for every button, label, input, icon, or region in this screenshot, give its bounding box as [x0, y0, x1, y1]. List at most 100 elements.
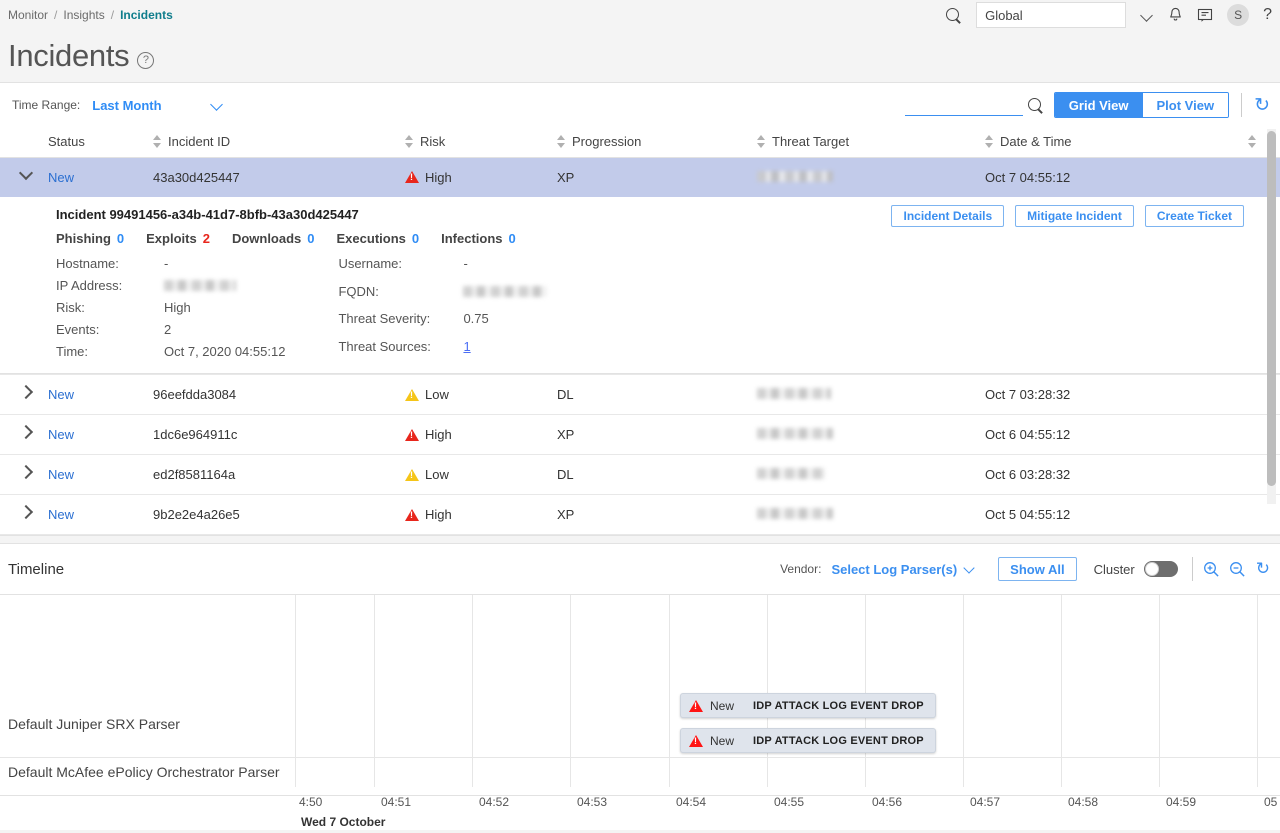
field-label-risk: Risk:: [56, 300, 164, 315]
sort-icon[interactable]: [153, 135, 161, 148]
field-value-time: Oct 7, 2020 04:55:12: [164, 344, 285, 359]
chat-icon[interactable]: [1197, 8, 1213, 23]
show-all-button[interactable]: Show All: [998, 557, 1076, 581]
row-expand-icon[interactable]: [19, 169, 33, 183]
table-row[interactable]: New ed2f8581164a Low DL Oct 6 03:28:32: [0, 455, 1280, 495]
timeline-refresh-icon[interactable]: ↻: [1256, 559, 1270, 579]
cell-incident-id: 9b2e2e4a26e5: [153, 507, 240, 522]
th-incident-id[interactable]: Incident ID: [153, 127, 405, 157]
log-parser-select[interactable]: Select Log Parser(s): [831, 562, 976, 577]
table-row[interactable]: New 43a30d425447 High XP Oct 7 04:55:12: [0, 157, 1280, 197]
sort-icon[interactable]: [405, 135, 413, 148]
axis-tick: 04:56: [872, 795, 902, 809]
th-threat-target[interactable]: Threat Target: [757, 127, 985, 157]
cell-status[interactable]: New: [48, 387, 74, 402]
cell-incident-id: ed2f8581164a: [153, 467, 235, 482]
th-date-time[interactable]: Date & Time: [985, 127, 1280, 157]
sort-icon[interactable]: [757, 135, 765, 148]
sort-icon[interactable]: [557, 135, 565, 148]
breadcrumb-item-monitor[interactable]: Monitor: [8, 8, 48, 22]
breadcrumb-separator: /: [111, 8, 114, 22]
cell-status[interactable]: New: [48, 427, 74, 442]
gridline: [963, 595, 964, 787]
cell-status[interactable]: New: [48, 467, 74, 482]
row-expand-icon[interactable]: [19, 426, 33, 440]
grid-scrollbar-track[interactable]: [1267, 129, 1276, 504]
zoom-out-icon[interactable]: [1229, 561, 1246, 578]
row-expand-icon[interactable]: [19, 466, 33, 480]
row-expand-icon[interactable]: [19, 386, 33, 400]
bell-icon[interactable]: [1168, 7, 1183, 23]
axis-tick: 04:51: [381, 795, 411, 809]
gridline: [1257, 595, 1258, 787]
th-label: Status: [48, 134, 85, 149]
time-range-value[interactable]: Last Month: [92, 98, 161, 113]
cell-status[interactable]: New: [48, 507, 74, 522]
cluster-toggle[interactable]: [1144, 561, 1178, 577]
table-row[interactable]: New 96eefdda3084 Low DL Oct 7 03:28:32: [0, 375, 1280, 415]
cell-datetime: Oct 6 04:55:12: [985, 427, 1070, 442]
count-value: 0: [117, 231, 124, 246]
vendor-label: Vendor:: [780, 562, 821, 576]
table-row-detail: Incident 99491456-a34b-41d7-8bfb-43a30d4…: [0, 197, 1280, 375]
search-icon[interactable]: [1027, 97, 1044, 114]
timeline-event-text: IDP ATTACK LOG EVENT DROP: [753, 700, 924, 712]
plot-view-button[interactable]: Plot View: [1143, 93, 1229, 117]
th-label: Incident ID: [168, 134, 230, 149]
breadcrumb: Monitor / Insights / Incidents: [0, 8, 173, 22]
breadcrumb-separator: /: [54, 8, 57, 22]
page-help-icon[interactable]: ?: [137, 52, 154, 69]
grid-scrollbar-thumb[interactable]: [1267, 131, 1276, 486]
search-input[interactable]: [905, 94, 1023, 116]
refresh-icon[interactable]: ↻: [1254, 94, 1270, 117]
page-title: Incidents: [8, 38, 129, 74]
timeline-chart[interactable]: Default Juniper SRX Parser Default McAfe…: [0, 594, 1280, 831]
th-risk[interactable]: Risk: [405, 127, 557, 157]
zoom-in-icon[interactable]: [1203, 561, 1220, 578]
th-status[interactable]: Status: [48, 127, 153, 157]
breadcrumb-item-insights[interactable]: Insights: [63, 8, 104, 22]
cell-risk: High: [405, 507, 557, 522]
grid-toolbar-right: Grid View Plot View ↻: [905, 92, 1270, 118]
breadcrumb-item-incidents[interactable]: Incidents: [120, 8, 173, 22]
chevron-down-icon[interactable]: [1140, 8, 1154, 22]
incident-counts: Phishing0 Exploits2 Downloads0 Execution…: [56, 231, 1280, 246]
sort-icon[interactable]: [985, 135, 993, 148]
field-label-username: Username:: [338, 256, 463, 277]
incidents-table: Status Incident ID Risk Progression Thre…: [0, 127, 1280, 535]
th-label: Threat Target: [772, 134, 849, 149]
timeline-panel: Timeline Vendor: Select Log Parser(s) Sh…: [0, 543, 1280, 830]
chevron-down-icon[interactable]: [210, 98, 224, 112]
field-value-threat-sources[interactable]: 1: [463, 339, 547, 360]
table-row[interactable]: New 1dc6e964911c High XP Oct 6 04:55:12: [0, 415, 1280, 455]
count-label: Phishing: [56, 231, 111, 246]
lane-label-juniper: Default Juniper SRX Parser: [8, 716, 180, 732]
field-value-ip-address-redacted: [164, 280, 236, 291]
count-infections: Infections0: [441, 231, 516, 246]
cell-threat-target-redacted: [757, 428, 833, 439]
timeline-event[interactable]: New IDP ATTACK LOG EVENT DROP: [680, 728, 936, 753]
row-expand-icon[interactable]: [19, 506, 33, 520]
timeline-event[interactable]: New IDP ATTACK LOG EVENT DROP: [680, 693, 936, 718]
th-label: Date & Time: [1000, 134, 1072, 149]
help-icon[interactable]: ?: [1263, 7, 1272, 23]
cell-datetime: Oct 7 04:55:12: [985, 170, 1070, 185]
create-ticket-button[interactable]: Create Ticket: [1145, 205, 1244, 227]
cell-datetime: Oct 7 03:28:32: [985, 387, 1070, 402]
search-icon[interactable]: [945, 7, 962, 24]
cell-status[interactable]: New: [48, 170, 74, 185]
table-row[interactable]: New 9b2e2e4a26e5 High XP Oct 5 04:55:12: [0, 495, 1280, 535]
count-executions: Executions0: [337, 231, 420, 246]
gridline: [1159, 595, 1160, 787]
grid-view-button[interactable]: Grid View: [1055, 93, 1143, 117]
cell-progression: XP: [557, 427, 574, 442]
global-scope-select[interactable]: Global: [976, 2, 1126, 28]
gridline: [865, 595, 866, 787]
sort-icon[interactable]: [1248, 135, 1256, 148]
risk-low-icon: [405, 389, 419, 401]
th-progression[interactable]: Progression: [557, 127, 757, 157]
avatar[interactable]: S: [1227, 4, 1249, 26]
axis-tick: 04:54: [676, 795, 706, 809]
incident-details-button[interactable]: Incident Details: [891, 205, 1004, 227]
mitigate-incident-button[interactable]: Mitigate Incident: [1015, 205, 1134, 227]
